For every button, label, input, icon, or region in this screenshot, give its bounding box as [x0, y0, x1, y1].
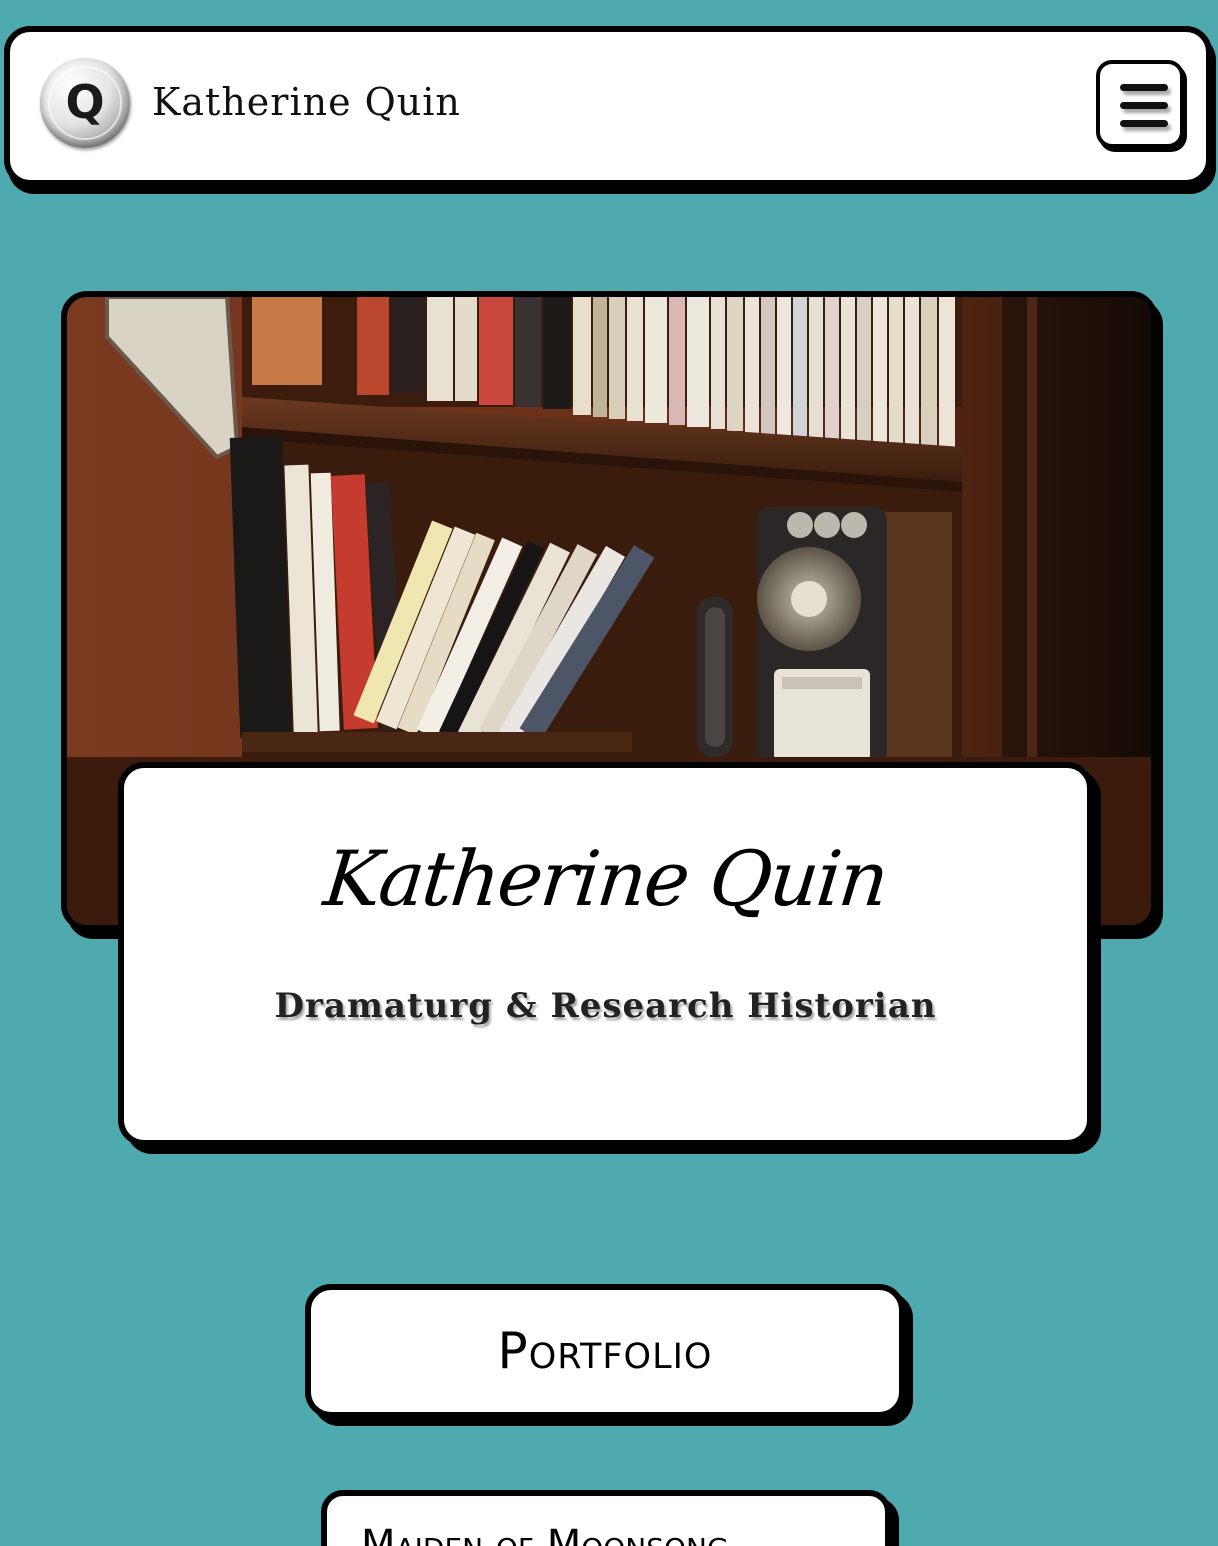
logo-letter: Q: [65, 75, 104, 129]
menu-button[interactable]: [1096, 60, 1184, 148]
hamburger-line: [1120, 120, 1168, 127]
site-header: Q Katherine Quin: [4, 26, 1212, 186]
portfolio-button[interactable]: Portfolio: [305, 1284, 905, 1418]
q-logo-icon[interactable]: Q: [40, 58, 130, 148]
hero-title: Katherine Quin: [319, 834, 892, 923]
site-name[interactable]: Katherine Quin: [152, 80, 461, 124]
project-card[interactable]: Maiden of Moonsong: [321, 1490, 891, 1546]
hamburger-menu-icon: [1120, 84, 1168, 91]
hero-card: Katherine Quin Dramaturg & Research Hist…: [118, 762, 1093, 1146]
hamburger-line: [1120, 102, 1168, 109]
project-title: Maiden of Moonsong: [361, 1522, 729, 1546]
hero-subtitle: Dramaturg & Research Historian: [274, 986, 937, 1026]
